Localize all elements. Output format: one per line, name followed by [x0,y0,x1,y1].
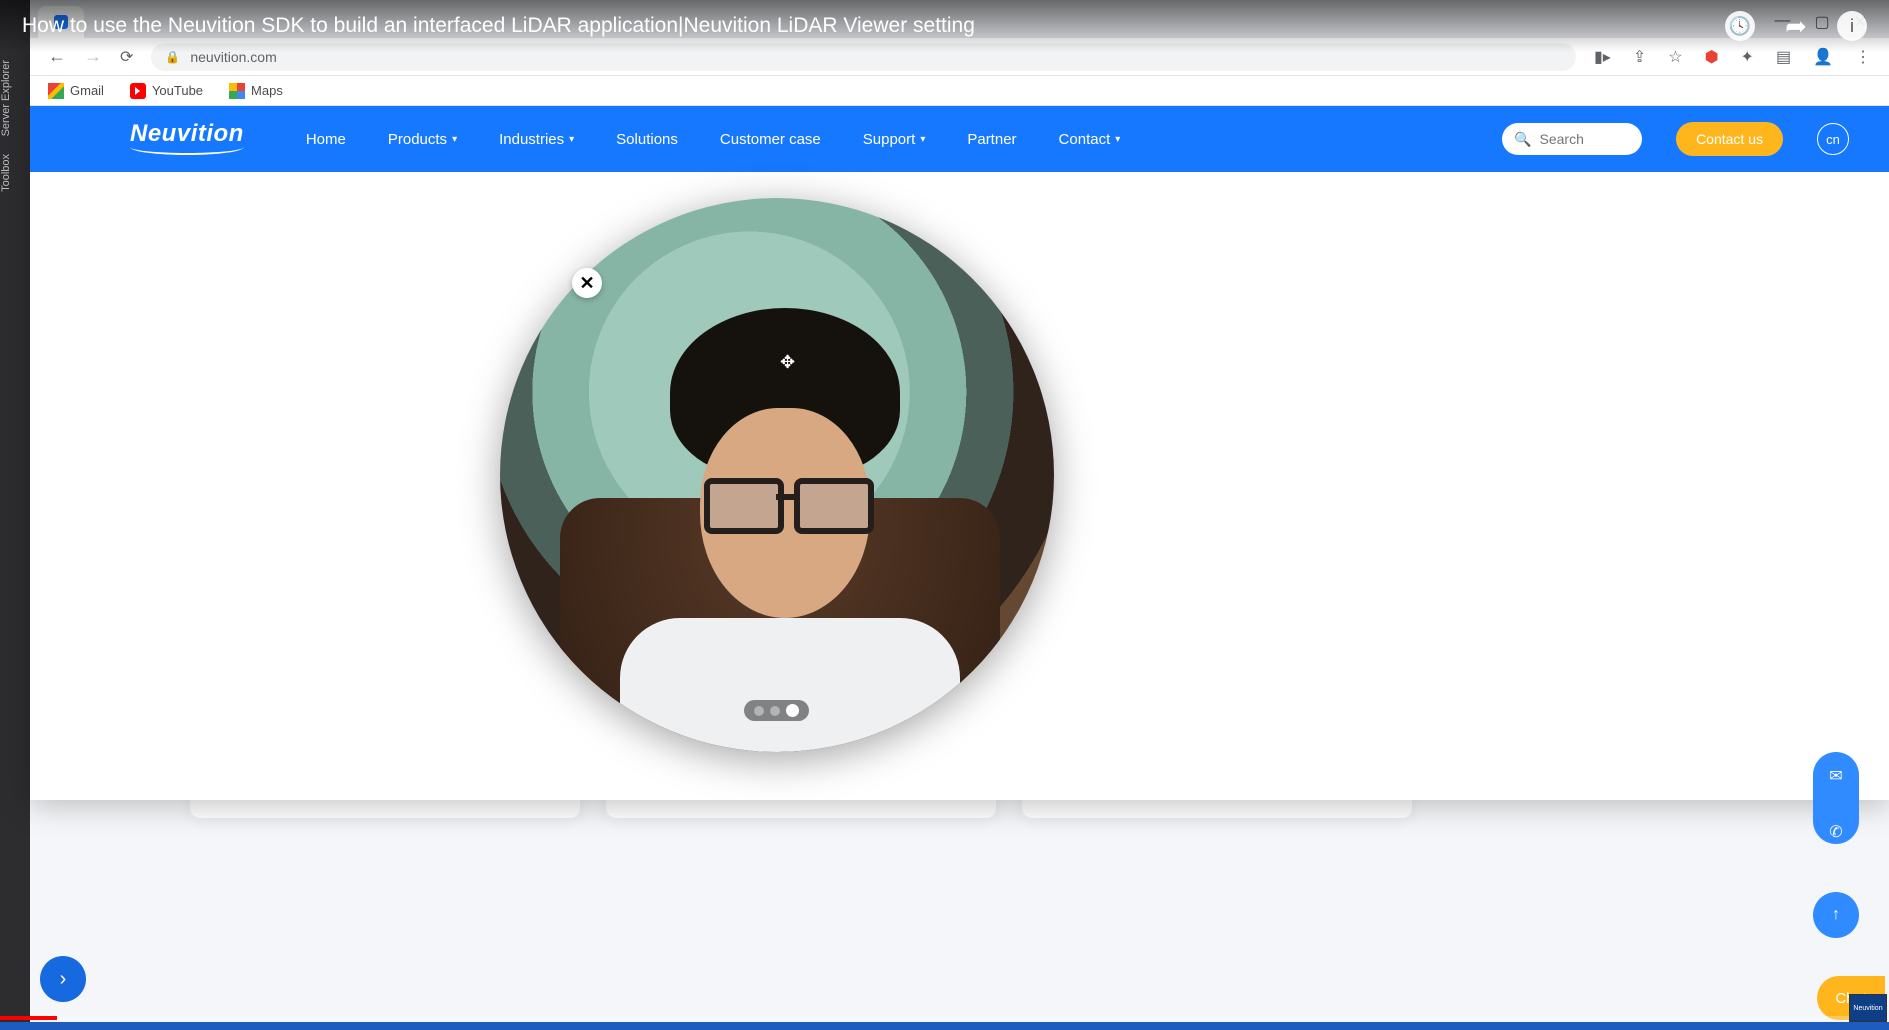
phone-icon: ✆ [1829,822,1842,842]
contact-fab[interactable]: ✉ ✆ [1813,752,1859,844]
nav-products[interactable]: Products [388,131,457,148]
nav-contact[interactable]: Contact [1059,131,1121,148]
nav-industries[interactable]: Industries [499,131,574,148]
bookmark-gmail[interactable]: Gmail [48,83,104,99]
visual-studio-side-rail: Server Explorer Toolbox [0,0,30,1030]
video-title: How to use the Neuvition SDK to build an… [22,14,975,38]
main-nav: Home Products Industries Solutions Custo… [306,131,1120,148]
nav-home[interactable]: Home [306,131,346,148]
youtube-icon [130,83,146,99]
nav-customer-case[interactable]: Customer case [720,131,821,148]
progress-played [0,1016,57,1020]
bookmarks-bar: Gmail YouTube Maps [30,76,1889,106]
info-icon[interactable]: i [1837,11,1867,41]
bookmark-youtube[interactable]: YouTube [130,83,203,99]
bookmark-label: Maps [251,83,283,98]
vs-tab-server-explorer[interactable]: Server Explorer [0,60,30,136]
video-progress-bar[interactable] [0,1016,1889,1020]
windows-taskbar[interactable] [0,1022,1889,1030]
search-input[interactable] [1540,131,1620,147]
player-next-button[interactable]: › [40,956,86,1002]
vs-tab-toolbox[interactable]: Toolbox [0,154,30,192]
maps-icon [229,83,245,99]
nav-partner[interactable]: Partner [967,131,1016,148]
webcam-pager[interactable] [744,700,809,721]
bookmark-maps[interactable]: Maps [229,83,283,99]
scroll-top-button[interactable]: ↑ [1813,892,1859,938]
taskbar-thumbnail[interactable]: Neuvition [1849,994,1887,1022]
bookmark-label: Gmail [70,83,104,98]
webcam-close-button[interactable]: ✕ [572,268,602,298]
video-title-overlay: How to use the Neuvition SDK to build an… [0,0,1889,52]
site-logo[interactable]: Neuvition [130,123,244,155]
site-search[interactable]: 🔍 [1502,123,1642,155]
bookmark-label: YouTube [152,83,203,98]
mail-icon: ✉ [1829,766,1842,786]
chevron-right-icon: › [60,968,67,991]
share-arrow-icon[interactable]: ➦ [1781,11,1811,41]
move-cursor-icon: ✥ [780,352,795,373]
arrow-up-icon: ↑ [1832,906,1840,924]
contact-us-button[interactable]: Contact us [1676,122,1783,156]
language-toggle[interactable]: cn [1817,123,1849,155]
search-icon: 🔍 [1514,131,1531,148]
nav-support[interactable]: Support [863,131,926,148]
watch-later-icon[interactable]: 🕓 [1725,11,1755,41]
nav-solutions[interactable]: Solutions [616,131,678,148]
close-icon: ✕ [579,273,594,294]
gmail-icon [48,83,64,99]
website-header: Neuvition Home Products Industries Solut… [30,106,1889,172]
